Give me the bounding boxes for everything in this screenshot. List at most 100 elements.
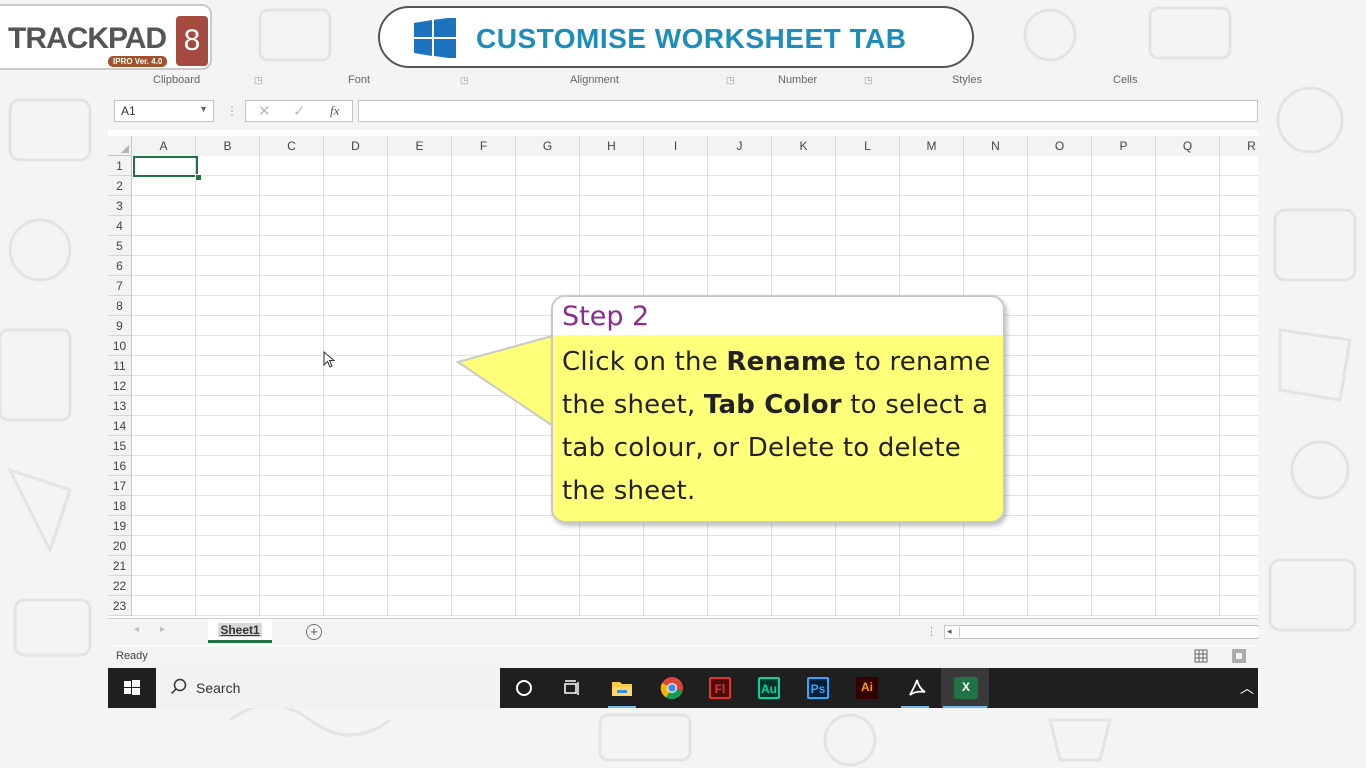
row-header[interactable]: 23 [108,596,131,616]
ribbon-group-clipboard: Clipboard [153,74,201,86]
search-label: Search [196,680,241,696]
callout-body: Click on the Rename to rename the sheet,… [562,347,991,506]
formula-input[interactable] [358,100,1258,122]
search-icon [170,678,187,695]
lesson-title: CUSTOMISE WORKSHEET TAB [476,23,907,54]
acrobat-icon[interactable] [905,676,929,700]
more-icon[interactable]: ⋮ [926,625,937,638]
row-header[interactable]: 5 [108,236,131,256]
column-header[interactable]: O [1028,136,1092,156]
taskbar-search[interactable]: Search [156,668,500,708]
row-header[interactable]: 13 [108,396,131,416]
task-view-icon[interactable] [560,676,584,700]
chevron-up-icon[interactable]: ︿ [1240,678,1254,698]
sheet-tab-sheet1[interactable]: Sheet1 [208,619,272,643]
row-header[interactable]: 22 [108,576,131,596]
column-header[interactable]: N [964,136,1028,156]
flash-icon[interactable]: Fl [709,677,731,699]
dialog-launcher-icon[interactable]: ◳ [864,75,873,86]
windows-taskbar: Search Fl Au Ps Ai X ︿ [108,668,1258,708]
row-header[interactable]: 14 [108,416,131,436]
photoshop-icon[interactable]: Ps [807,677,829,699]
row-header[interactable]: 12 [108,376,131,396]
row-header[interactable]: 17 [108,476,131,496]
row-header[interactable]: 10 [108,336,131,356]
logo-version: IPRO Ver. 4.0 [108,56,168,67]
column-header[interactable]: H [580,136,644,156]
column-header[interactable]: K [772,136,836,156]
horizontal-scrollbar[interactable]: ◂ [944,625,1258,639]
tab-color-emphasis: Tab Color [703,390,842,420]
name-box[interactable]: A1 ▼ [114,100,214,122]
column-header[interactable]: Q [1156,136,1220,156]
audition-icon[interactable]: Au [758,677,780,699]
row-header[interactable]: 9 [108,316,131,336]
running-indicator [943,706,987,708]
row-header[interactable]: 1 [108,156,131,176]
scroll-left-icon[interactable]: ◂ [134,624,139,635]
column-header[interactable]: G [516,136,580,156]
dialog-launcher-icon[interactable]: ◳ [726,75,735,86]
row-header[interactable]: 7 [108,276,131,296]
column-header[interactable]: D [324,136,388,156]
row-header[interactable]: 6 [108,256,131,276]
running-indicator [608,706,636,708]
select-all-button[interactable] [108,136,132,156]
column-header[interactable]: C [260,136,324,156]
scrollbar-thumb[interactable] [959,627,1258,637]
row-header[interactable]: 20 [108,536,131,556]
name-box-value: A1 [121,104,136,118]
row-header[interactable]: 11 [108,356,131,376]
chrome-icon[interactable] [660,676,684,700]
ribbon-group-cells: Cells [1113,74,1138,86]
cancel-icon[interactable]: ✕ [258,102,271,120]
row-header[interactable]: 16 [108,456,131,476]
ribbon-group-labels: Clipboard ◳ Font ◳ Alignment ◳ Number ◳ … [108,70,1258,93]
row-header[interactable]: 21 [108,556,131,576]
column-header[interactable]: R [1220,136,1258,156]
mouse-pointer-icon [323,351,336,368]
trackpad-logo: TRACKPAD IPRO Ver. 4.0 8 [0,4,212,70]
normal-view-icon[interactable] [1194,649,1208,663]
column-header[interactable]: A [132,136,196,156]
illustrator-icon[interactable]: Ai [856,677,878,699]
dialog-launcher-icon[interactable]: ◳ [254,75,263,86]
more-icon[interactable]: ⋮ [226,104,238,118]
checkmark-icon[interactable]: ✓ [293,102,306,120]
scroll-left-arrow-icon[interactable]: ◂ [947,626,952,637]
cortana-icon[interactable] [512,676,536,700]
page-layout-view-icon[interactable] [1232,649,1246,663]
file-explorer-icon[interactable] [610,676,634,700]
windows-logo-icon [414,18,456,58]
insert-function-button[interactable]: fx [330,103,339,119]
row-header[interactable]: 19 [108,516,131,536]
scroll-right-icon[interactable]: ▸ [160,624,165,635]
column-header[interactable]: M [900,136,964,156]
excel-icon[interactable]: X [954,677,978,699]
column-header[interactable]: P [1092,136,1156,156]
start-button[interactable] [108,668,156,708]
logo-text: TRACKPAD [8,22,167,55]
add-sheet-button[interactable]: + [306,624,322,640]
lesson-title-banner: CUSTOMISE WORKSHEET TAB [378,6,974,68]
running-indicator [901,706,929,708]
rename-emphasis: Rename [726,347,847,377]
row-header[interactable]: 18 [108,496,131,516]
row-header[interactable]: 4 [108,216,131,236]
column-header[interactable]: E [388,136,452,156]
column-header[interactable]: B [196,136,260,156]
dialog-launcher-icon[interactable]: ◳ [460,75,469,86]
chevron-down-icon[interactable]: ▼ [199,104,208,114]
row-header[interactable]: 8 [108,296,131,316]
row-header[interactable]: 3 [108,196,131,216]
column-header[interactable]: L [836,136,900,156]
row-header[interactable]: 15 [108,436,131,456]
row-header[interactable]: 2 [108,176,131,196]
active-cell-a1[interactable] [133,156,198,177]
formula-bar: A1 ▼ ⋮ ✕ ✓ fx [108,92,1258,130]
fill-handle[interactable] [195,174,202,181]
column-header[interactable]: F [452,136,516,156]
ribbon-group-font: Font [348,74,371,86]
column-header[interactable]: I [644,136,708,156]
column-header[interactable]: J [708,136,772,156]
